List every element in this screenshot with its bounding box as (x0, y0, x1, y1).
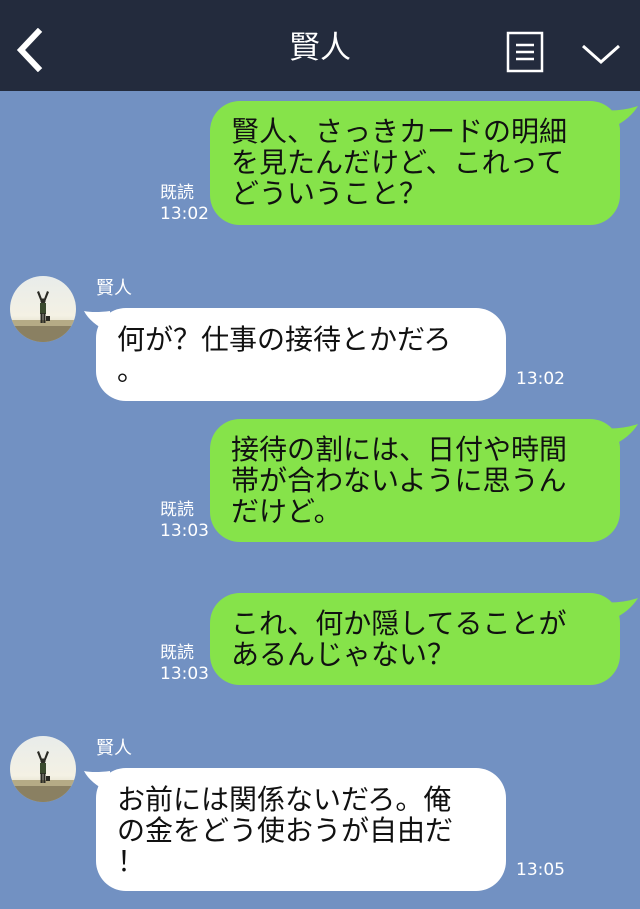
message-bubble[interactable]: 賢人、さっきカードの明細 を見たんだけど、これって どういうこと？ (210, 101, 620, 225)
message-time: 13:05 (516, 860, 565, 880)
message-line: 。 (117, 354, 146, 387)
message-line: どういうこと？ (231, 177, 428, 210)
sender-name: 賢人 (96, 278, 132, 299)
person-arms-raised-avatar (10, 276, 76, 342)
chevron-down-icon[interactable] (580, 40, 622, 68)
message-time: 13:03 (160, 664, 209, 684)
message-line: あるんじゃない？ (231, 638, 456, 671)
message-time: 13:03 (160, 521, 209, 541)
message-bubble[interactable]: これ、何か隠してることが あるんじゃない？ (210, 593, 620, 685)
message-bubble[interactable]: 何が？仕事の接待とかだろ 。 (96, 308, 506, 401)
message-line: 何が？仕事の接待とかだろ (117, 323, 452, 356)
message-line: 帯が合わないように思うん (231, 464, 567, 497)
read-label: 既読 (160, 500, 194, 520)
message-line: だけど。 (231, 495, 342, 528)
message-line: 賢人、さっきカードの明細 (231, 115, 568, 148)
chevron-left-icon[interactable] (14, 28, 46, 72)
person-arms-raised-avatar (10, 736, 76, 802)
read-label: 既読 (160, 643, 194, 663)
read-label: 既読 (160, 183, 194, 203)
message-bubble[interactable]: お前には関係ないだろ。俺 の金をどう使おうが自由だ ！ (96, 768, 506, 891)
chat-title: 賢人 (289, 30, 351, 66)
message-line: を見たんだけど、これって (231, 146, 565, 179)
read-status: 既読 13:03 (160, 500, 209, 542)
read-status: 既読 13:03 (160, 643, 209, 685)
chat-header: 賢人 (0, 0, 640, 91)
message-line: お前には関係ないだろ。俺 (117, 783, 452, 816)
avatar[interactable] (10, 276, 76, 342)
avatar[interactable] (10, 736, 76, 802)
message-time: 13:02 (516, 369, 565, 389)
message-line: これ、何か隠してることが (231, 607, 567, 640)
document-list-icon[interactable] (506, 31, 544, 73)
message-line: の金をどう使おうが自由だ (117, 814, 454, 847)
read-status: 既読 13:02 (160, 183, 209, 225)
message-bubble[interactable]: 接待の割には、日付や時間 帯が合わないように思うん だけど。 (210, 419, 620, 542)
message-line: ！ (117, 845, 146, 878)
message-line: 接待の割には、日付や時間 (231, 433, 568, 466)
sender-name: 賢人 (96, 738, 132, 759)
message-time: 13:02 (160, 204, 209, 224)
